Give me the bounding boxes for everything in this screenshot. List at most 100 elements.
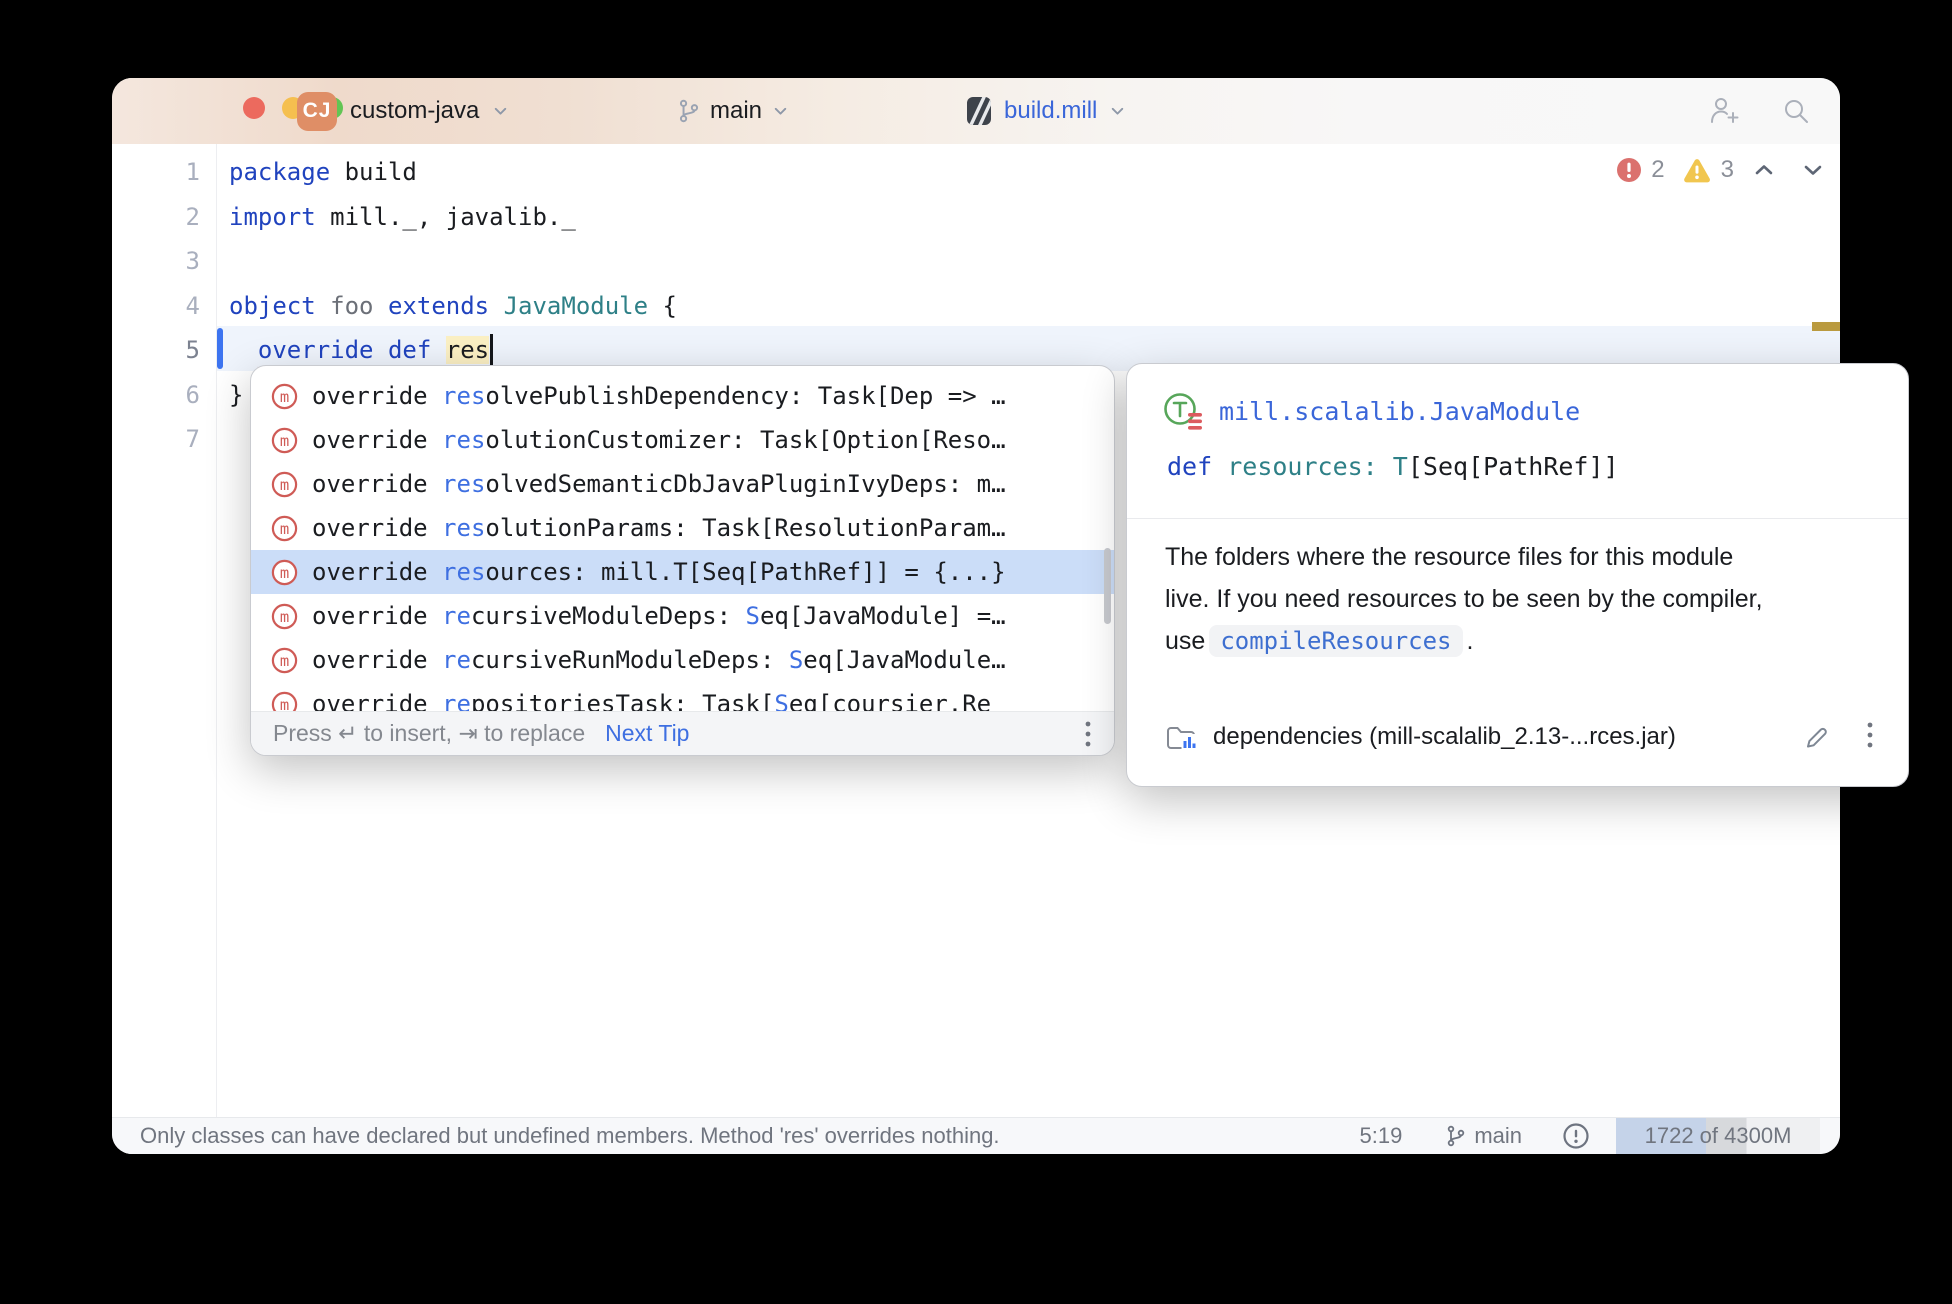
code-line[interactable]: object foo extends JavaModule { (229, 284, 677, 329)
code-token: resources: (1227, 452, 1378, 481)
code-token: package (229, 158, 330, 186)
code-token (374, 292, 388, 320)
code-token: res (442, 558, 485, 586)
code-token: olutionCustomizer: Task[Option[Reso… (485, 426, 1005, 454)
line-column-indicator[interactable]: 5:19 (1359, 1118, 1402, 1154)
text-caret (490, 334, 493, 368)
doc-footer: dependencies (mill-scalalib_2.13-...rces… (1165, 714, 1874, 760)
status-branch-name: main (1474, 1118, 1522, 1154)
completion-list: moverride resolvePublishDependency: Task… (251, 366, 1114, 712)
completion-item[interactable]: moverride resources: mill.T[Seq[PathRef]… (251, 550, 1114, 594)
completion-item[interactable]: moverride resolvePublishDependency: Task… (251, 374, 1114, 418)
code-token: S (746, 602, 760, 630)
completion-popup: moverride resolvePublishDependency: Task… (250, 365, 1115, 756)
titlebar-actions (1708, 78, 1810, 144)
code-token (1378, 452, 1393, 481)
status-branch-widget[interactable]: main (1446, 1118, 1522, 1154)
memory-indicator[interactable]: 1722 of 4300M (1616, 1118, 1820, 1154)
inspections-widget[interactable]: 2 3 (1616, 156, 1826, 184)
method-icon: m (271, 515, 298, 542)
line-number[interactable]: 4 (112, 284, 200, 329)
svg-text:m: m (280, 388, 289, 406)
doc-menu-icon[interactable] (1866, 720, 1874, 755)
method-icon: m (271, 471, 298, 498)
code-token (229, 336, 258, 364)
method-icon: m (271, 647, 298, 674)
doc-signature: def resources: T[Seq[PathRef]] (1167, 452, 1619, 481)
code-token: re (442, 646, 471, 674)
code-token: eq[coursier.Re (789, 690, 991, 712)
method-icon: m (271, 603, 298, 630)
analyzer-stripe-mark[interactable] (1812, 322, 1840, 331)
completion-footer: Press ↵ to insert, ⇥ to replace Next Tip (251, 711, 1114, 755)
line-number[interactable]: 7 (112, 417, 200, 462)
search-icon[interactable] (1782, 97, 1810, 125)
code-token: S (774, 690, 788, 712)
code-token: positoriesTask: Task[ (471, 690, 774, 712)
file-switcher[interactable]: build.mill (966, 78, 1126, 144)
code-token: extends (388, 292, 489, 320)
code-token: override (312, 646, 442, 674)
chevron-down-icon (492, 103, 509, 120)
code-token: foo (330, 292, 373, 320)
code-token: [Seq[PathRef]] (1408, 452, 1619, 481)
vcs-branch-widget[interactable]: main (678, 78, 789, 144)
completion-item[interactable]: moverride resolvedSemanticDbJavaPluginIv… (251, 462, 1114, 506)
svg-text:m: m (280, 432, 289, 450)
previous-issue-icon[interactable] (1751, 158, 1777, 182)
doc-qualified-name[interactable]: mill.scalalib.JavaModule (1219, 397, 1580, 426)
line-number[interactable]: 2 (112, 195, 200, 240)
mill-file-icon (966, 96, 992, 126)
svg-text:m: m (280, 520, 289, 538)
code-line[interactable]: import mill._, javalib._ (229, 195, 677, 240)
code-token: cursiveRunModuleDeps: (471, 646, 789, 674)
code-token: S (789, 646, 803, 674)
next-issue-icon[interactable] (1800, 158, 1826, 182)
code-token: res (442, 514, 485, 542)
code-token: } (229, 381, 243, 409)
code-token: override (312, 470, 442, 498)
code-token: object (229, 292, 316, 320)
code-token: override (312, 426, 442, 454)
code-line[interactable] (229, 239, 677, 284)
code-token: def (388, 336, 431, 364)
doc-text-line: The folders where the resource files for… (1165, 536, 1763, 578)
code-token: override (312, 690, 442, 712)
doc-header: mill.scalalib.JavaModule (1161, 388, 1580, 434)
close-window-button[interactable] (243, 97, 265, 119)
completion-item[interactable]: moverride repositoriesTask: Task[Seq[cou… (251, 682, 1114, 712)
gutter-separator (216, 144, 217, 1118)
completion-item[interactable]: moverride resolutionCustomizer: Task[Opt… (251, 418, 1114, 462)
completion-item[interactable]: moverride resolutionParams: Task[Resolut… (251, 506, 1114, 550)
git-branch-icon (1446, 1125, 1466, 1147)
project-widget[interactable]: CJ custom-java (297, 78, 509, 144)
code-token: olutionParams: Task[ResolutionParam… (485, 514, 1005, 542)
completion-item[interactable]: moverride recursiveModuleDeps: Seq[JavaM… (251, 594, 1114, 638)
compile-resources-code-chip[interactable]: compileResources (1209, 625, 1462, 657)
caret-line-indicator (217, 328, 223, 369)
code-token: res (442, 470, 485, 498)
line-number[interactable]: 5 (112, 328, 200, 373)
status-message: Only classes can have declared but undef… (140, 1118, 1000, 1154)
chevron-down-icon (1109, 103, 1126, 120)
line-number[interactable]: 3 (112, 239, 200, 284)
line-number[interactable]: 1 (112, 150, 200, 195)
code-token: override (312, 602, 442, 630)
error-count: 2 (1651, 156, 1664, 184)
project-avatar: CJ (297, 92, 337, 131)
completion-item[interactable]: moverride recursiveRunModuleDeps: Seq[Ja… (251, 638, 1114, 682)
add-user-icon[interactable] (1708, 96, 1740, 126)
svg-text:m: m (280, 696, 289, 713)
method-icon: m (271, 427, 298, 454)
code-token: ources: mill.T[Seq[PathRef]] = {...} (485, 558, 1005, 586)
notifications-icon[interactable] (1562, 1122, 1590, 1150)
title-bar: CJ custom-java main buil (112, 78, 1840, 144)
completion-scrollbar[interactable] (1104, 548, 1111, 624)
line-number[interactable]: 6 (112, 373, 200, 418)
edit-source-icon[interactable] (1802, 723, 1830, 751)
completion-menu-icon[interactable] (1084, 719, 1092, 749)
next-tip-link[interactable]: Next Tip (605, 720, 689, 747)
git-branch-icon (678, 99, 700, 123)
branch-name: main (710, 97, 762, 125)
code-line[interactable]: package build (229, 150, 677, 195)
